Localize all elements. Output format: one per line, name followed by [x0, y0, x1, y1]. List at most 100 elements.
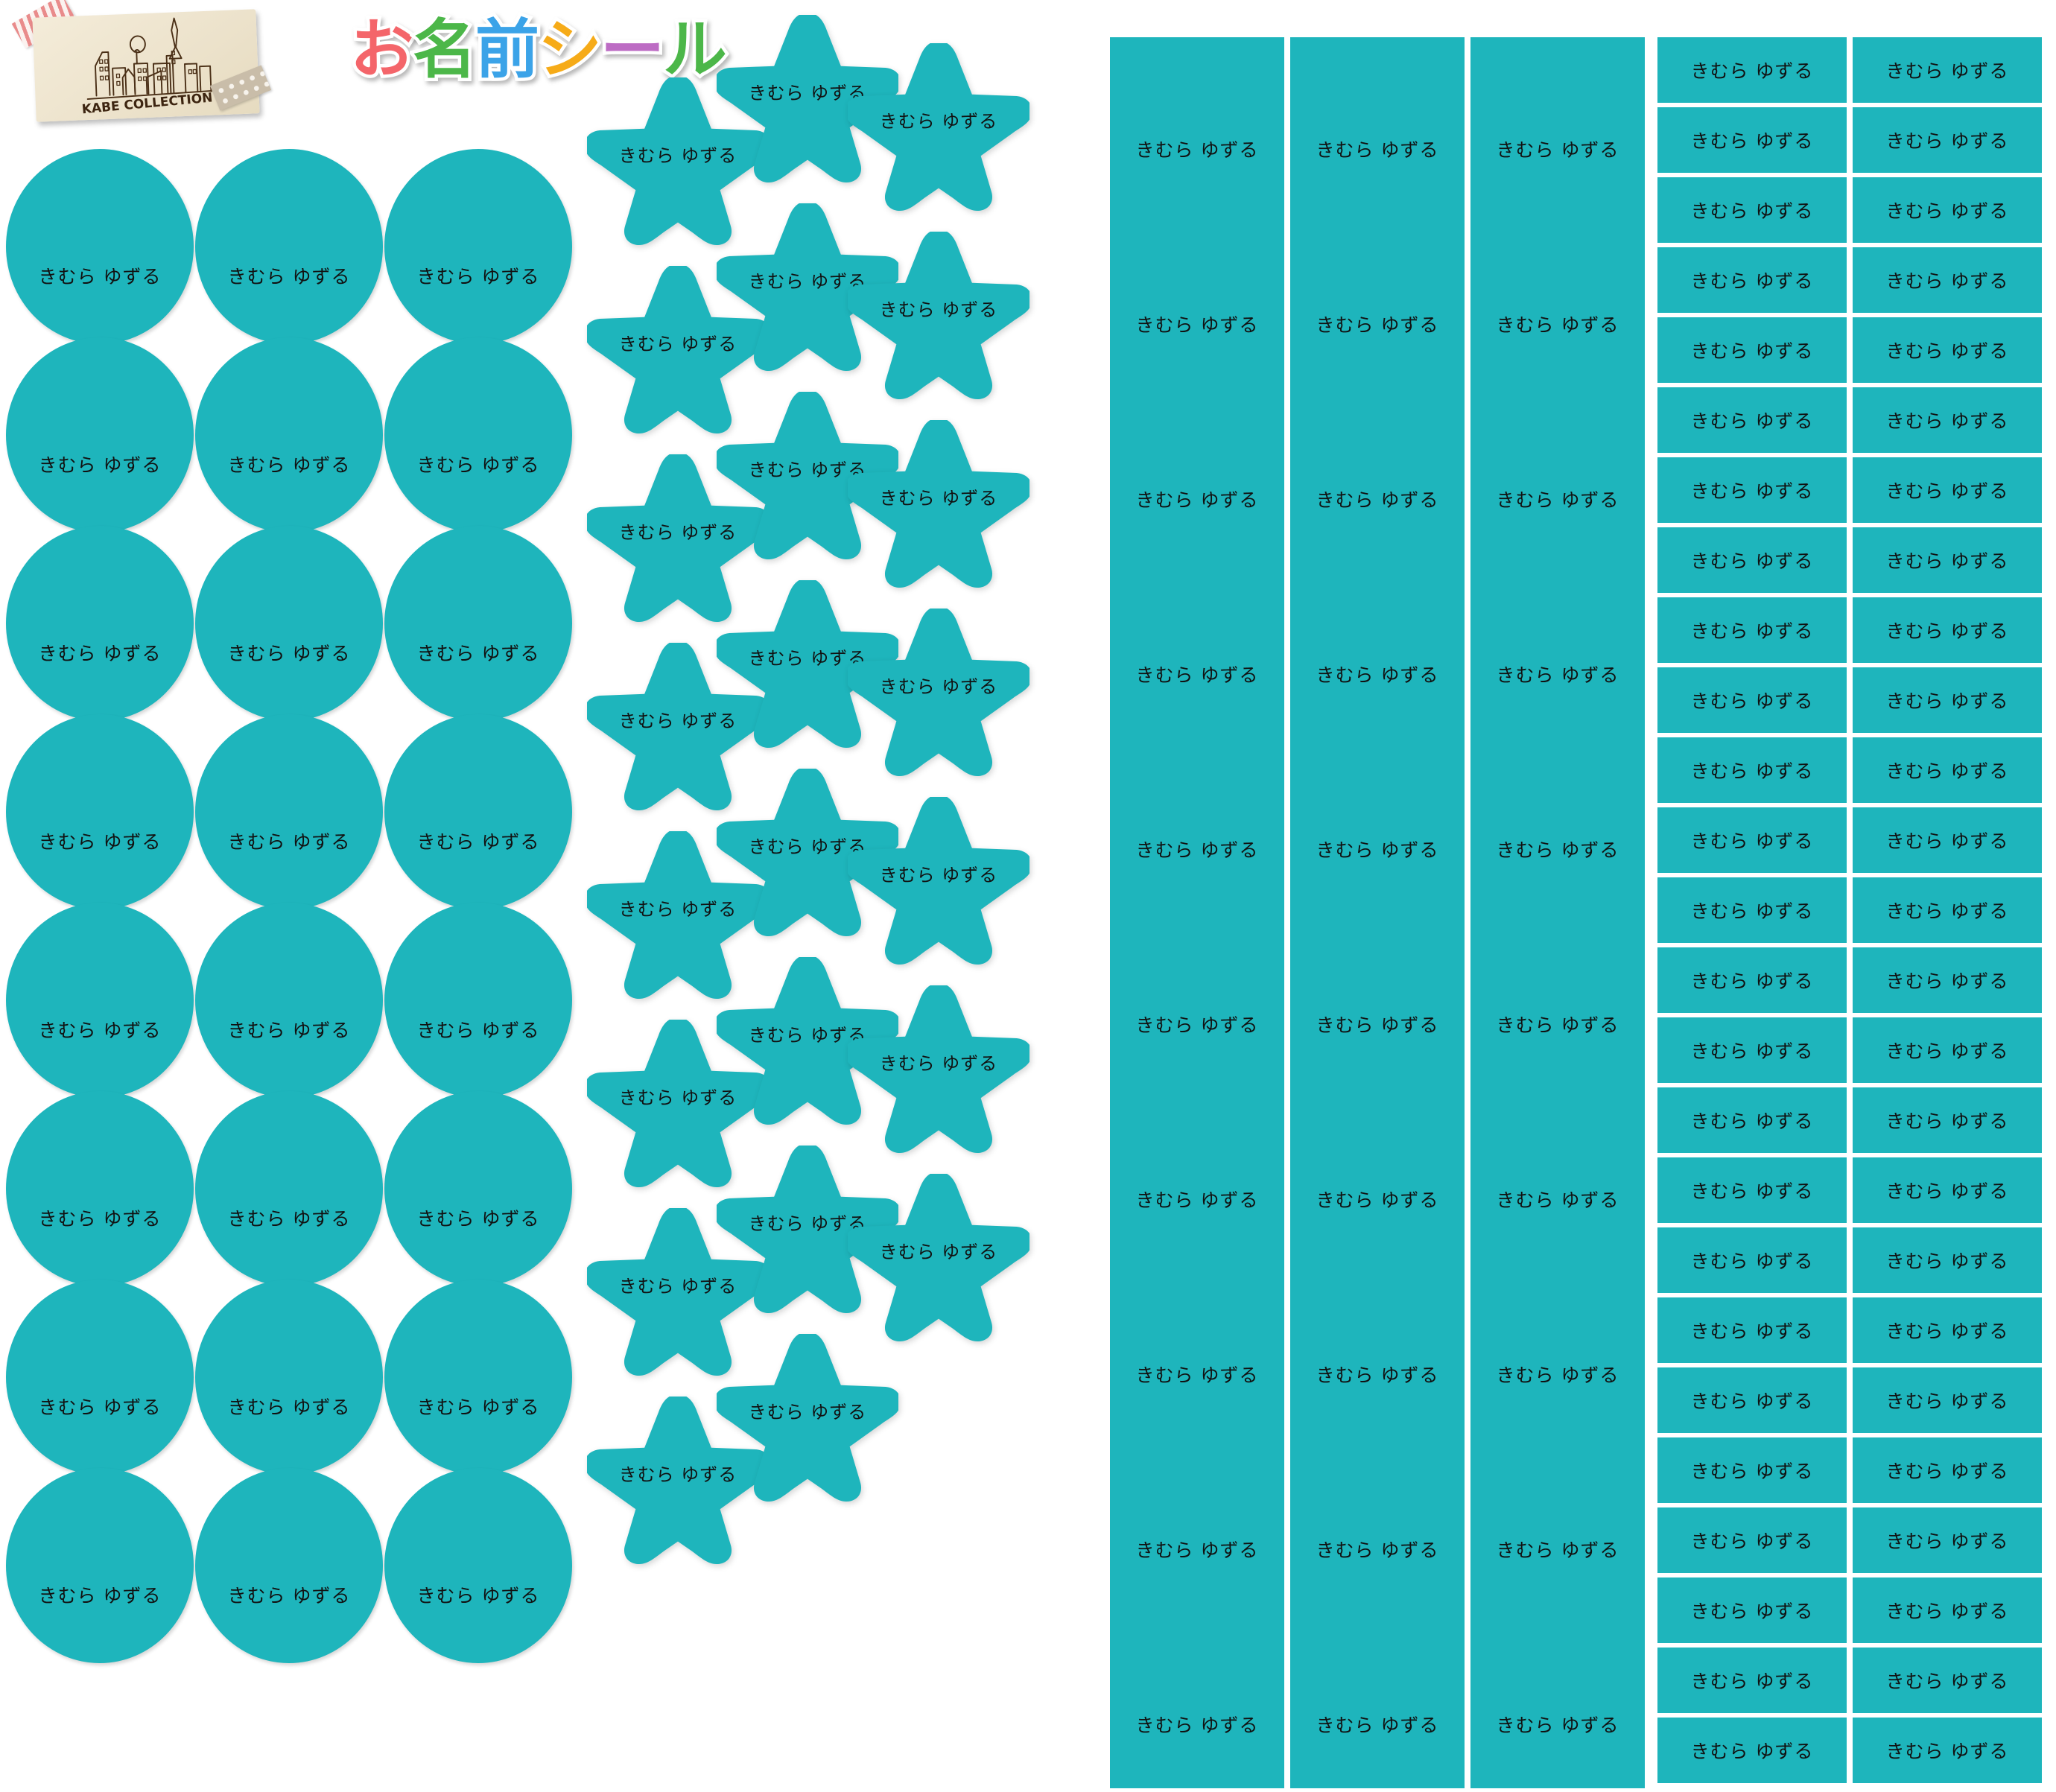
circle-sticker[interactable]: きむら ゆずる [384, 1091, 572, 1286]
circle-sticker[interactable]: きむら ゆずる [6, 1280, 194, 1475]
circle-sticker[interactable]: きむら ゆずる [6, 714, 194, 909]
circle-sticker[interactable]: きむら ゆずる [384, 903, 572, 1098]
square-sticker[interactable]: きむら ゆずる [1290, 1613, 1465, 1788]
circle-sticker[interactable]: きむら ゆずる [6, 903, 194, 1098]
name-strip-sticker[interactable]: きむら ゆずる [1853, 1718, 2042, 1783]
square-sticker[interactable]: きむら ゆずる [1290, 37, 1465, 213]
square-sticker[interactable]: きむら ゆずる [1110, 912, 1284, 1088]
circle-sticker[interactable]: きむら ゆずる [195, 714, 383, 909]
name-strip-sticker[interactable]: きむら ゆずる [1657, 1367, 1847, 1433]
circle-sticker[interactable]: きむら ゆずる [6, 526, 194, 721]
name-strip-sticker[interactable]: きむら ゆずる [1657, 387, 1847, 453]
star-sticker[interactable]: きむら ゆずる [848, 609, 1029, 784]
name-strip-sticker[interactable]: きむら ゆずる [1657, 1157, 1847, 1223]
name-strip-sticker[interactable]: きむら ゆずる [1657, 1437, 1847, 1503]
square-sticker[interactable]: きむら ゆずる [1290, 212, 1465, 388]
star-sticker[interactable]: きむら ゆずる [848, 43, 1029, 219]
name-strip-sticker[interactable]: きむら ゆずる [1657, 667, 1847, 733]
name-strip-sticker[interactable]: きむら ゆずる [1853, 947, 2042, 1013]
name-strip-sticker[interactable]: きむら ゆずる [1657, 247, 1847, 313]
circle-sticker[interactable]: きむら ゆずる [384, 526, 572, 721]
square-sticker[interactable]: きむら ゆずる [1110, 1437, 1284, 1613]
star-sticker[interactable]: きむら ゆずる [848, 232, 1029, 407]
circle-sticker[interactable]: きむら ゆずる [195, 1280, 383, 1475]
square-sticker[interactable]: きむら ゆずる [1110, 387, 1284, 563]
name-strip-sticker[interactable]: きむら ゆずる [1853, 807, 2042, 873]
circle-sticker[interactable]: きむら ゆずる [384, 1280, 572, 1475]
name-strip-sticker[interactable]: きむら ゆずる [1853, 247, 2042, 313]
square-sticker[interactable]: きむら ゆずる [1470, 1437, 1645, 1613]
star-sticker[interactable]: きむら ゆずる [848, 797, 1029, 973]
star-sticker[interactable]: きむら ゆずる [848, 420, 1029, 596]
name-strip-sticker[interactable]: きむら ゆずる [1657, 457, 1847, 523]
circle-sticker[interactable]: きむら ゆずる [384, 337, 572, 533]
circle-sticker[interactable]: きむら ゆずる [6, 149, 194, 344]
name-strip-sticker[interactable]: きむら ゆずる [1853, 667, 2042, 733]
name-strip-sticker[interactable]: きむら ゆずる [1657, 1017, 1847, 1083]
name-strip-sticker[interactable]: きむら ゆずる [1853, 527, 2042, 593]
circle-sticker[interactable]: きむら ゆずる [195, 1091, 383, 1286]
name-strip-sticker[interactable]: きむら ゆずる [1853, 37, 2042, 103]
square-sticker[interactable]: きむら ゆずる [1290, 912, 1465, 1088]
circle-sticker[interactable]: きむら ゆずる [195, 1468, 383, 1663]
name-strip-sticker[interactable]: きむら ゆずる [1657, 947, 1847, 1013]
circle-sticker[interactable]: きむら ゆずる [195, 149, 383, 344]
name-strip-sticker[interactable]: きむら ゆずる [1657, 807, 1847, 873]
circle-sticker[interactable]: きむら ゆずる [195, 337, 383, 533]
name-strip-sticker[interactable]: きむら ゆずる [1657, 37, 1847, 103]
name-strip-sticker[interactable]: きむら ゆずる [1853, 1227, 2042, 1293]
name-strip-sticker[interactable]: きむら ゆずる [1657, 877, 1847, 943]
square-sticker[interactable]: きむら ゆずる [1470, 1087, 1645, 1263]
name-strip-sticker[interactable]: きむら ゆずる [1853, 107, 2042, 173]
square-sticker[interactable]: きむら ゆずる [1290, 562, 1465, 738]
square-sticker[interactable]: きむら ゆずる [1290, 1437, 1465, 1613]
circle-sticker[interactable]: きむら ゆずる [6, 1091, 194, 1286]
square-sticker[interactable]: きむら ゆずる [1470, 737, 1645, 913]
square-sticker[interactable]: きむら ゆずる [1470, 212, 1645, 388]
circle-sticker[interactable]: きむら ゆずる [384, 1468, 572, 1663]
name-strip-sticker[interactable]: きむら ゆずる [1657, 317, 1847, 383]
name-strip-sticker[interactable]: きむら ゆずる [1853, 387, 2042, 453]
name-strip-sticker[interactable]: きむら ゆずる [1853, 1017, 2042, 1083]
name-strip-sticker[interactable]: きむら ゆずる [1657, 527, 1847, 593]
square-sticker[interactable]: きむら ゆずる [1290, 1087, 1465, 1263]
name-strip-sticker[interactable]: きむら ゆずる [1657, 737, 1847, 803]
square-sticker[interactable]: きむら ゆずる [1290, 737, 1465, 913]
square-sticker[interactable]: きむら ゆずる [1110, 562, 1284, 738]
star-sticker[interactable]: きむら ゆずる [848, 985, 1029, 1161]
name-strip-sticker[interactable]: きむら ゆずる [1853, 1087, 2042, 1153]
square-sticker[interactable]: きむら ゆずる [1110, 737, 1284, 913]
circle-sticker[interactable]: きむら ゆずる [384, 149, 572, 344]
name-strip-sticker[interactable]: きむら ゆずる [1853, 1507, 2042, 1573]
square-sticker[interactable]: きむら ゆずる [1470, 387, 1645, 563]
name-strip-sticker[interactable]: きむら ゆずる [1853, 317, 2042, 383]
name-strip-sticker[interactable]: きむら ゆずる [1853, 597, 2042, 663]
square-sticker[interactable]: きむら ゆずる [1470, 1262, 1645, 1438]
circle-sticker[interactable]: きむら ゆずる [6, 337, 194, 533]
name-strip-sticker[interactable]: きむら ゆずる [1657, 1577, 1847, 1643]
name-strip-sticker[interactable]: きむら ゆずる [1657, 1718, 1847, 1783]
circle-sticker[interactable]: きむら ゆずる [195, 526, 383, 721]
name-strip-sticker[interactable]: きむら ゆずる [1657, 1087, 1847, 1153]
name-strip-sticker[interactable]: きむら ゆずる [1853, 1437, 2042, 1503]
square-sticker[interactable]: きむら ゆずる [1110, 1262, 1284, 1438]
name-strip-sticker[interactable]: きむら ゆずる [1657, 1507, 1847, 1573]
square-sticker[interactable]: きむら ゆずる [1470, 912, 1645, 1088]
star-sticker[interactable]: きむら ゆずる [848, 1174, 1029, 1350]
name-strip-sticker[interactable]: きむら ゆずる [1853, 737, 2042, 803]
circle-sticker[interactable]: きむら ゆずる [384, 714, 572, 909]
name-strip-sticker[interactable]: きむら ゆずる [1853, 1577, 2042, 1643]
name-strip-sticker[interactable]: きむら ゆずる [1657, 1227, 1847, 1293]
name-strip-sticker[interactable]: きむら ゆずる [1853, 1648, 2042, 1713]
name-strip-sticker[interactable]: きむら ゆずる [1657, 1648, 1847, 1713]
name-strip-sticker[interactable]: きむら ゆずる [1657, 597, 1847, 663]
square-sticker[interactable]: きむら ゆずる [1290, 387, 1465, 563]
name-strip-sticker[interactable]: きむら ゆずる [1853, 1367, 2042, 1433]
star-sticker[interactable]: きむら ゆずる [717, 1334, 898, 1510]
square-sticker[interactable]: きむら ゆずる [1110, 212, 1284, 388]
name-strip-sticker[interactable]: きむら ゆずる [1657, 107, 1847, 173]
name-strip-sticker[interactable]: きむら ゆずる [1853, 1157, 2042, 1223]
name-strip-sticker[interactable]: きむら ゆずる [1853, 177, 2042, 243]
name-strip-sticker[interactable]: きむら ゆずる [1853, 877, 2042, 943]
square-sticker[interactable]: きむら ゆずる [1110, 1613, 1284, 1788]
